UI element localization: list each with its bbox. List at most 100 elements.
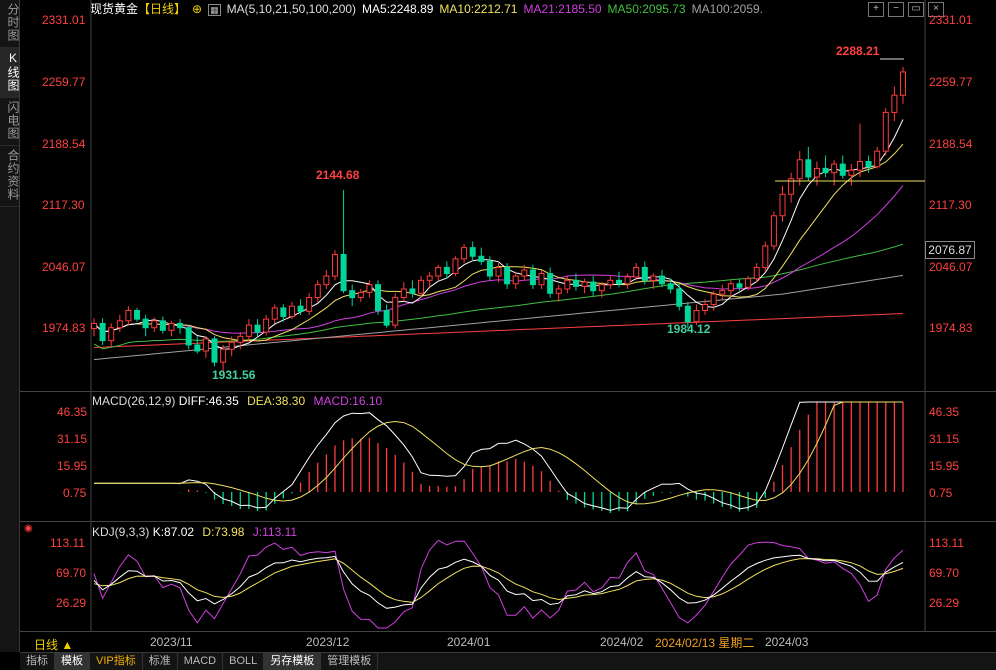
candle-up [702, 303, 709, 311]
tab-indicators[interactable]: 指标 [20, 653, 55, 670]
candle-up [271, 307, 278, 320]
candle-up [624, 276, 631, 285]
tab-macd[interactable]: MACD [178, 653, 224, 670]
ma50-line [93, 243, 904, 350]
candle-down [615, 279, 622, 285]
candle-down [865, 161, 872, 168]
candle-up [418, 279, 425, 294]
candle-down [641, 266, 648, 281]
candle-up [461, 247, 468, 260]
macd-axis-label-right: 46.35 [929, 405, 960, 419]
candle-up [245, 324, 252, 337]
candle-up [650, 275, 657, 281]
time-axis-label: 2024/01 [447, 635, 491, 649]
price-axis-label-right: 2046.07 [929, 260, 973, 274]
candle-down [99, 322, 106, 342]
candle-down [659, 275, 666, 285]
kdj-axis-label: 69.70 [56, 566, 87, 580]
candle-up [633, 266, 640, 278]
kdj-d: D:73.98 [202, 525, 245, 539]
bottom-toolbar: 指标 模板 VIP指标 标准 MACD BOLL 另存模板 管理模板 [20, 652, 996, 670]
candle-up [719, 290, 726, 295]
candle-down [529, 269, 536, 286]
candle-down [822, 167, 829, 174]
price-axis-label-right: 2331.01 [929, 13, 973, 27]
macd-axis-label-right: 31.15 [929, 432, 960, 446]
candle-up [891, 94, 898, 113]
price-axis-label-right: 2259.77 [929, 75, 973, 89]
chart-canvas[interactable] [0, 0, 996, 669]
period-selector[interactable]: 日线 ▲ [34, 636, 73, 653]
candle-down [684, 305, 691, 323]
candle-up [392, 297, 399, 326]
pane-divider[interactable] [20, 521, 996, 522]
tab-manage-templates[interactable]: 管理模板 [321, 653, 379, 670]
pane-settings-icon[interactable]: ◉ [24, 523, 33, 534]
candle-down [572, 279, 579, 287]
candle-up [323, 275, 330, 286]
macd-diff-line [94, 401, 903, 511]
tab-save-template[interactable]: 另存模板 [264, 653, 322, 670]
candle-up [710, 293, 717, 305]
candle-down [805, 159, 812, 178]
macd-axis-label: 31.15 [57, 432, 88, 446]
kdj-axis-label-right: 113.11 [929, 536, 964, 550]
candle-down [469, 247, 476, 257]
candle-down [134, 309, 141, 320]
candle-down [667, 283, 674, 290]
candle-up [770, 215, 777, 247]
macd-value: MACD:16.10 [313, 394, 383, 408]
low-annotation: 1931.56 [212, 368, 256, 382]
candle-up [151, 320, 158, 329]
candle-down [504, 266, 511, 285]
candle-up [564, 279, 571, 290]
candle-down [194, 344, 201, 352]
candle-down [185, 327, 192, 346]
kdj-axis-label-right: 69.70 [929, 566, 960, 580]
candle-down [486, 260, 493, 277]
candle-up [452, 258, 459, 274]
candle-up [331, 254, 338, 277]
time-axis-label: 2024/03 [765, 635, 809, 649]
candle-down [443, 266, 450, 274]
current-price-tag: 2076.87 [925, 241, 975, 259]
candle-up [813, 167, 820, 178]
candle-up [693, 309, 700, 323]
price-axis-label: 2117.30 [42, 198, 85, 212]
candle-down [590, 281, 597, 292]
macd-dea: DEA:38.30 [247, 394, 306, 408]
kdj-j: J:113.11 [252, 525, 298, 539]
tab-vip-indicators[interactable]: VIP指标 [90, 653, 143, 670]
candle-down [409, 288, 416, 294]
candle-up [400, 288, 407, 299]
candle-up [202, 338, 209, 352]
candle-up [228, 341, 235, 350]
candle-up [753, 266, 760, 280]
candle-up [125, 309, 132, 322]
candle-down [159, 320, 166, 331]
pane-divider[interactable] [20, 391, 996, 392]
candle-up [856, 161, 863, 171]
macd-axis-label: 15.95 [57, 459, 88, 473]
candle-up [882, 111, 889, 152]
candle-up [727, 283, 734, 292]
low-annotation: 1984.12 [667, 322, 711, 336]
time-axis-label: 2023/11 [150, 635, 193, 649]
kdj-title: KDJ(9,3,3) [92, 525, 150, 539]
candle-up [366, 284, 373, 293]
candle-up [521, 269, 528, 277]
time-axis-label: 2024/02 [600, 635, 644, 649]
candle-up [314, 284, 321, 299]
candle-down [177, 322, 184, 329]
candle-up [607, 279, 614, 286]
tab-boll[interactable]: BOLL [223, 653, 265, 670]
candle-down [478, 255, 485, 262]
cursor-date-label: 2024/02/13 星期二 [655, 634, 755, 651]
macd-axis-label: 46.35 [57, 405, 88, 419]
macd-header: MACD(26,12,9) DIFF:46.35 DEA:38.30 MACD:… [92, 394, 387, 408]
price-axis-label: 2046.07 [42, 260, 86, 274]
price-axis-label-right: 2188.54 [929, 137, 973, 151]
tab-templates[interactable]: 模板 [55, 653, 90, 670]
tab-standard[interactable]: 标准 [143, 653, 178, 670]
kdj-axis-label: 26.29 [56, 596, 87, 610]
